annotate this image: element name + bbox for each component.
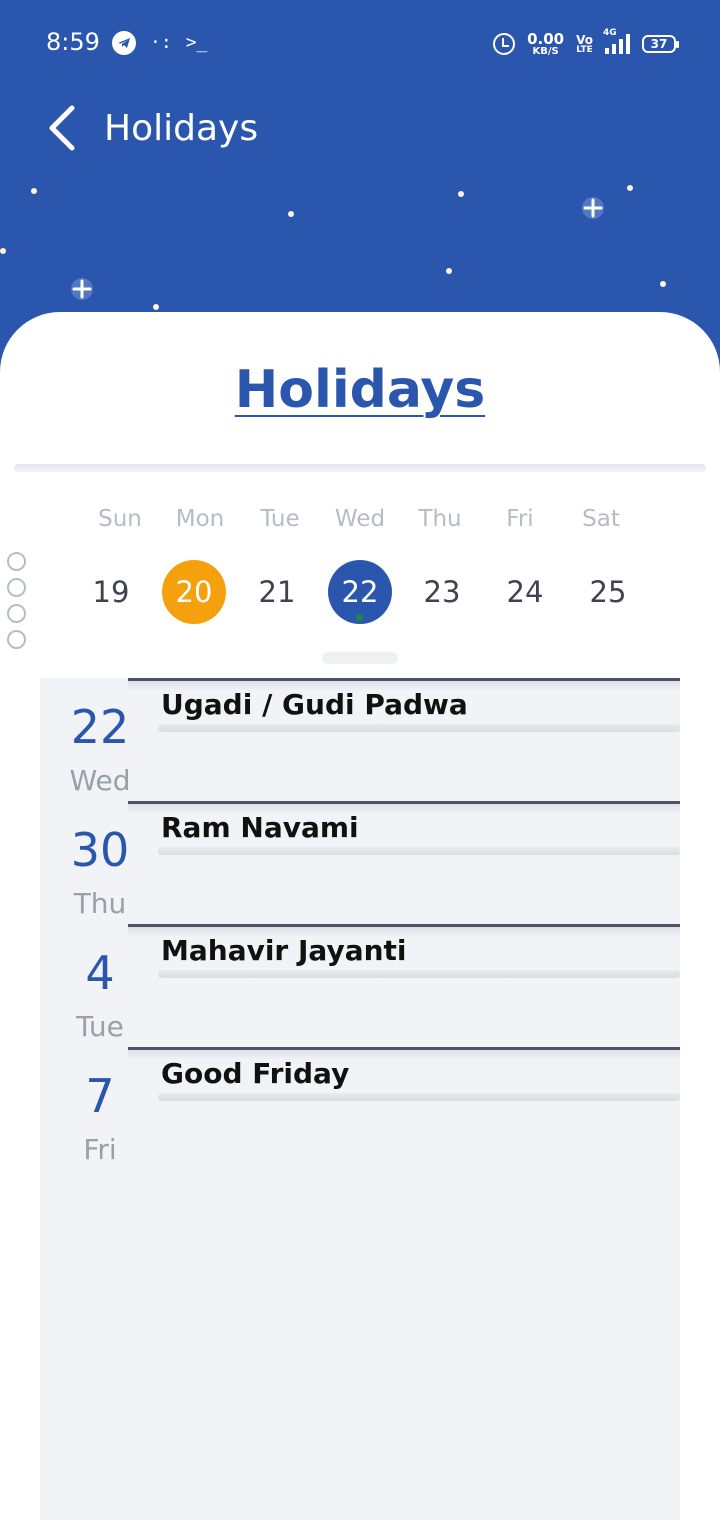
binder-rings (7, 552, 27, 652)
calendar-day-number: 22 (341, 575, 379, 609)
battery-icon: 37 (642, 35, 679, 53)
title-underline (158, 970, 680, 978)
holiday-date: 22 (70, 700, 130, 754)
event-dot (356, 614, 363, 621)
star-decoration (446, 268, 452, 274)
star-decoration (660, 281, 666, 287)
star-decoration (627, 185, 633, 191)
weekday-label: Tue (260, 506, 300, 532)
divider (14, 464, 706, 472)
calendar-day[interactable]: 25 (576, 560, 640, 624)
calendar-day-selected[interactable]: 22 (328, 560, 392, 624)
title-underline (158, 1093, 680, 1101)
volte-bottom: LTE (576, 44, 593, 55)
title-underline (158, 847, 680, 855)
holiday-name: Mahavir Jayanti (161, 934, 407, 967)
terminal-icon: >_ (185, 32, 208, 53)
calendar-day-today[interactable]: 20 (162, 560, 226, 624)
system-icons: 0.00 KB/S Vo LTE 4G 37 (493, 28, 679, 58)
weekday-label: Sat (582, 506, 620, 532)
week-calendar: Sun Mon Tue Wed Thu Fri Sat 19 20 21 22 … (40, 472, 680, 678)
weekday-label: Thu (418, 506, 462, 532)
status-time: 8:59 (46, 28, 100, 56)
app-bar: Holidays (46, 100, 258, 156)
expand-handle[interactable] (322, 652, 398, 664)
holiday-name: Ram Navami (161, 811, 359, 844)
notification-icons: ·: >_ (112, 30, 207, 56)
star-decoration (31, 188, 37, 194)
telegram-icon (112, 31, 136, 55)
holiday-date: 4 (85, 946, 115, 1000)
data-transfer-icon: ·: (150, 32, 172, 53)
volte-top: Vo (576, 32, 593, 47)
sparkle-icon (71, 278, 93, 300)
holiday-date: 30 (70, 823, 130, 877)
star-decoration (0, 248, 6, 254)
page-title: Holidays (234, 360, 486, 420)
app-bar-title: Holidays (104, 107, 259, 149)
list-item[interactable]: 30 Thu Ram Navami (40, 801, 680, 924)
star-decoration (288, 211, 294, 217)
calendar-day[interactable]: 23 (410, 560, 474, 624)
holiday-list: 22 Wed Ugadi / Gudi Padwa 30 Thu Ram Nav… (40, 678, 680, 1520)
holiday-name: Good Friday (161, 1057, 350, 1090)
holiday-weekday: Fri (83, 1133, 117, 1166)
network-type: 4G (603, 28, 617, 38)
alarm-icon (493, 33, 516, 55)
net-speed-value: 0.00 (527, 29, 565, 48)
calendar-day[interactable]: 24 (493, 560, 557, 624)
chevron-left-icon[interactable] (46, 100, 86, 156)
net-speed-unit: KB/S (532, 45, 559, 57)
holiday-date: 7 (85, 1069, 115, 1123)
status-bar: 8:59 ·: >_ 0.00 KB/S Vo LTE 4G 37 (0, 0, 720, 88)
list-item[interactable]: 22 Wed Ugadi / Gudi Padwa (40, 678, 680, 801)
holiday-weekday: Thu (73, 887, 127, 920)
sparkle-icon (582, 197, 604, 219)
signal-icon: 4G (603, 28, 630, 54)
weekday-label: Fri (506, 506, 534, 532)
net-speed: 0.00 KB/S (527, 29, 565, 57)
holiday-weekday: Wed (69, 764, 131, 797)
calendar-day[interactable]: 21 (245, 560, 309, 624)
weekday-label: Sun (98, 506, 142, 532)
list-item[interactable]: 7 Fri Good Friday (40, 1047, 680, 1170)
volte-indicator: Vo LTE (576, 34, 593, 55)
star-decoration (458, 191, 464, 197)
holiday-name: Ugadi / Gudi Padwa (161, 688, 468, 721)
weekday-label: Mon (175, 506, 225, 532)
calendar-day[interactable]: 19 (79, 560, 143, 624)
star-decoration (153, 304, 159, 310)
weekday-label: Wed (334, 506, 386, 532)
title-underline (158, 724, 680, 732)
list-item[interactable]: 4 Tue Mahavir Jayanti (40, 924, 680, 1047)
holiday-weekday: Tue (76, 1010, 124, 1043)
